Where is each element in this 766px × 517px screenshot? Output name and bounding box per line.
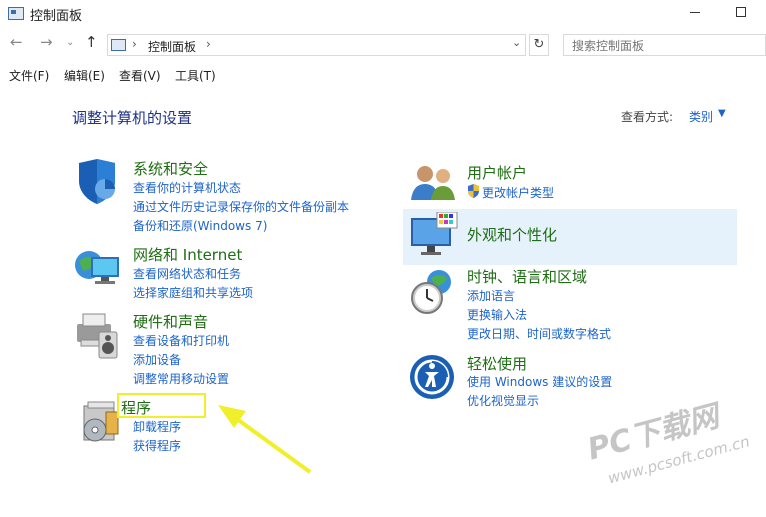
network-globe-icon[interactable]	[73, 243, 123, 293]
user-accounts-icon[interactable]	[409, 162, 459, 212]
link-backup-restore[interactable]: 备份和还原(Windows 7)	[133, 217, 267, 234]
breadcrumb-chevron-icon[interactable]: ›	[206, 37, 211, 51]
menu-bar: 文件(F) 编辑(E) 查看(V) 工具(T)	[0, 64, 766, 86]
address-bar[interactable]: › 控制面板 › ⌄	[107, 34, 526, 56]
ease-of-access-icon[interactable]	[409, 354, 459, 404]
link-uninstall-program[interactable]: 卸载程序	[133, 418, 181, 435]
uac-shield-icon	[467, 184, 480, 198]
annotation-arrow-icon	[218, 405, 312, 474]
address-dropdown-icon[interactable]: ⌄	[512, 36, 521, 49]
maximize-button[interactable]	[736, 7, 746, 17]
window-title: 控制面板	[30, 9, 83, 24]
menu-edit[interactable]: 编辑(E)	[64, 67, 105, 84]
link-view-computer-status[interactable]: 查看你的计算机状态	[133, 179, 241, 196]
category-title-appearance[interactable]: 外观和个性化	[467, 224, 557, 245]
view-by-dropdown[interactable]: 类别	[689, 108, 713, 125]
search-input[interactable]	[570, 38, 764, 54]
view-by-label: 查看方式:	[621, 110, 674, 124]
annotation-highlight-box	[117, 393, 206, 418]
link-devices-printers[interactable]: 查看设备和打印机	[133, 332, 229, 349]
category-title-system-security[interactable]: 系统和安全	[133, 158, 208, 179]
recent-locations-chevron-icon[interactable]: ⌄	[66, 37, 74, 48]
control-panel-icon	[111, 39, 126, 51]
link-homegroup-sharing[interactable]: 选择家庭组和共享选项	[133, 284, 253, 301]
category-title-hardware-sound[interactable]: 硬件和声音	[133, 311, 208, 332]
forward-arrow-icon[interactable]: →	[40, 33, 53, 51]
link-change-account-type[interactable]: 更改帐户类型	[482, 184, 554, 201]
link-get-programs[interactable]: 获得程序	[133, 437, 181, 454]
category-title-network[interactable]: 网络和 Internet	[133, 244, 242, 265]
appearance-monitor-icon[interactable]	[409, 211, 459, 262]
dropdown-arrow-icon[interactable]: ▼	[718, 108, 726, 119]
control-panel-icon	[8, 7, 24, 20]
link-optimize-visual-display[interactable]: 优化视觉显示	[467, 392, 539, 409]
link-mobility-settings[interactable]: 调整常用移动设置	[133, 370, 229, 387]
category-title-ease-of-access[interactable]: 轻松使用	[467, 353, 527, 374]
link-file-history-backup[interactable]: 通过文件历史记录保存你的文件备份副本	[133, 198, 349, 215]
refresh-button[interactable]: ↻	[529, 34, 549, 56]
back-arrow-icon[interactable]: ←	[10, 33, 23, 51]
link-view-network-status[interactable]: 查看网络状态和任务	[133, 265, 241, 282]
title-bar: 控制面板	[0, 0, 766, 28]
navigation-bar: ← → ⌄ ↑ › 控制面板 › ⌄ ↻	[0, 30, 766, 60]
link-change-input-method[interactable]: 更换输入法	[467, 306, 527, 323]
shield-icon[interactable]	[73, 157, 123, 207]
breadcrumb-control-panel[interactable]: 控制面板	[148, 38, 196, 55]
menu-file[interactable]: 文件(F)	[9, 67, 49, 84]
link-add-device[interactable]: 添加设备	[133, 351, 181, 368]
menu-tools[interactable]: 工具(T)	[175, 67, 216, 84]
watermark: PC下载网 www.pcsoft.com.cn	[582, 399, 762, 508]
search-box[interactable]	[563, 34, 766, 56]
category-title-user-accounts[interactable]: 用户帐户	[467, 162, 527, 183]
category-title-clock-language-region[interactable]: 时钟、语言和区域	[467, 266, 587, 287]
link-change-date-time-format[interactable]: 更改日期、时间或数字格式	[467, 325, 611, 342]
link-add-language[interactable]: 添加语言	[467, 287, 515, 304]
menu-view[interactable]: 查看(V)	[119, 67, 161, 84]
up-arrow-icon[interactable]: ↑	[85, 33, 98, 51]
minimize-button[interactable]	[690, 12, 700, 13]
page-title: 调整计算机的设置	[72, 109, 193, 127]
printer-speaker-icon[interactable]	[73, 310, 123, 360]
refresh-icon: ↻	[533, 37, 545, 52]
breadcrumb-chevron-icon[interactable]: ›	[132, 37, 137, 51]
link-windows-recommended-settings[interactable]: 使用 Windows 建议的设置	[467, 373, 612, 390]
clock-globe-icon[interactable]	[409, 268, 459, 318]
